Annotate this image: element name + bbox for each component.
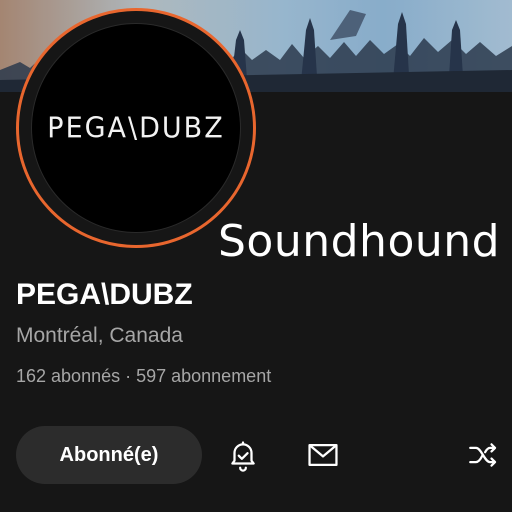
avatar[interactable]: PEGA\DUBZ [32, 24, 240, 232]
message-button[interactable] [304, 436, 342, 474]
shuffle-play-button[interactable] [464, 436, 502, 474]
bell-icon [231, 441, 255, 472]
avatar-logo-text: PEGA\DUBZ [47, 111, 225, 145]
notification-bell-button[interactable] [224, 436, 262, 474]
profile-location: Montréal, Canada [16, 324, 183, 347]
shuffle-icon [469, 443, 497, 467]
mail-icon [308, 443, 338, 467]
watermark-text: Soundhound [218, 216, 501, 267]
profile-stats[interactable]: 162 abonnés · 597 abonnement [16, 366, 271, 387]
follow-button[interactable]: Abonné(e) [16, 426, 202, 484]
profile-name: PEGA\DUBZ [16, 278, 193, 311]
